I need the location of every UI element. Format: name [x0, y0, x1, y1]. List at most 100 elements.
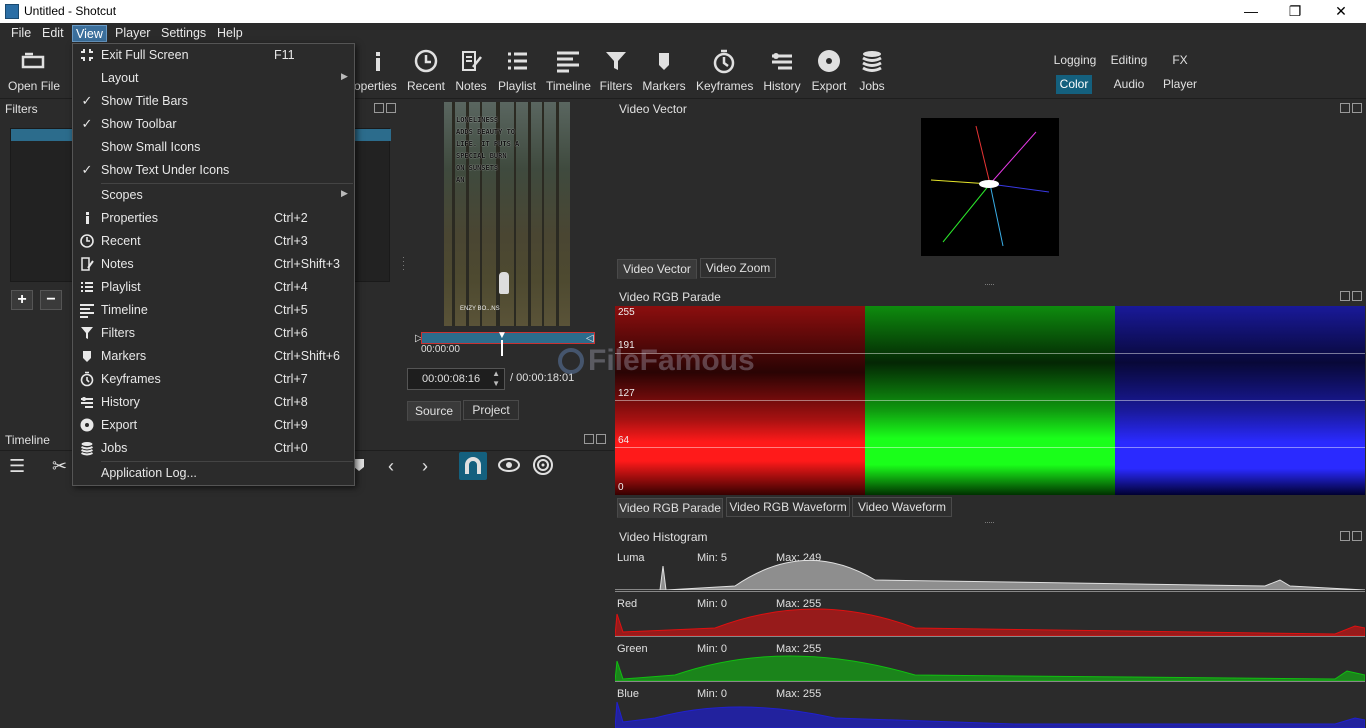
minimize-button[interactable]: — [1228, 0, 1274, 23]
menu-item-keyframes[interactable]: Keyframes Ctrl+7 [73, 368, 354, 391]
properties-button[interactable]: roperties [350, 47, 397, 97]
menu-file[interactable]: File [8, 25, 34, 42]
notes-icon [81, 257, 94, 271]
previous-icon[interactable]: ‹ [388, 456, 394, 477]
cut-icon[interactable]: ✂ [52, 456, 67, 477]
tab-video-waveform[interactable]: Video Waveform [852, 497, 952, 517]
ripple-target-icon[interactable] [532, 454, 554, 476]
video-rgb-parade-title: Video RGB Parade [619, 290, 721, 304]
menu-item-export[interactable]: Export Ctrl+9 [73, 414, 354, 437]
spin-arrows-icon[interactable]: ▲ ▼ [492, 369, 500, 389]
menu-item-markers[interactable]: Markers Ctrl+Shift+6 [73, 345, 354, 368]
disc-icon [818, 50, 840, 72]
tab-source[interactable]: Source [407, 401, 461, 421]
menu-item-scopes[interactable]: Scopes ▶ [73, 184, 354, 207]
timeline-button[interactable]: Timeline [546, 47, 591, 97]
history-button[interactable]: History [762, 47, 802, 97]
menu-item-label: Playlist [101, 280, 141, 294]
scrubber-range [421, 332, 595, 344]
menu-item-show-small-icons[interactable]: Show Small Icons [73, 136, 354, 159]
menu-item-filters[interactable]: Filters Ctrl+6 [73, 322, 354, 345]
splitter-handle[interactable]: ····· [984, 517, 995, 527]
filters-panel-title: Filters [5, 102, 38, 116]
menu-item-recent[interactable]: Recent Ctrl+3 [73, 230, 354, 253]
timeline-menu-icon[interactable]: ☰ [9, 456, 25, 477]
close-button[interactable]: ✕ [1318, 0, 1364, 23]
open-file-label: Open File [8, 79, 61, 93]
menu-help[interactable]: Help [214, 25, 246, 42]
tab-video-vector[interactable]: Video Vector [617, 259, 697, 279]
video-histogram-dock-controls[interactable] [1338, 530, 1362, 543]
timeline-dock-controls[interactable] [582, 433, 606, 446]
menu-bar: File Edit View Player Settings Help [0, 23, 1366, 43]
menu-item-application-log[interactable]: Application Log... [73, 462, 354, 485]
workspace-audio[interactable]: Audio [1110, 75, 1148, 94]
histogram-blue-label: Blue [617, 688, 640, 700]
histogram-blue-row: Blue Min: 0 Max: 255 [615, 681, 1365, 728]
scrub-timecode: 00:00:00 [421, 344, 460, 355]
histogram-luma-max: Max: 249 [776, 552, 822, 564]
menu-item-timeline[interactable]: Timeline Ctrl+5 [73, 299, 354, 322]
menu-item-label: Jobs [101, 441, 128, 455]
snap-toggle[interactable] [459, 452, 487, 480]
timeline-panel-title: Timeline [5, 433, 50, 447]
folder-open-icon [21, 52, 45, 69]
menu-item-history[interactable]: History Ctrl+8 [73, 391, 354, 414]
properties-label: roperties [350, 79, 397, 93]
menu-view[interactable]: View [72, 25, 107, 42]
menu-item-shortcut: Ctrl+5 [274, 303, 308, 317]
maximize-button[interactable]: ❐ [1272, 0, 1318, 23]
menu-settings[interactable]: Settings [158, 25, 209, 42]
menu-item-jobs[interactable]: Jobs Ctrl+0 [73, 437, 354, 460]
menu-item-playlist[interactable]: Playlist Ctrl+4 [73, 276, 354, 299]
video-vector-dock-controls[interactable] [1338, 102, 1362, 115]
open-file-button[interactable]: Open File [8, 47, 61, 97]
video-rgb-parade-dock-controls[interactable] [1338, 290, 1362, 303]
video-preview[interactable]: LONELINESS ADDS BEAUTY TO LIFE. IT PUTS … [444, 102, 570, 326]
remove-filter-button[interactable]: − [40, 290, 62, 310]
filters-dock-controls[interactable] [372, 102, 396, 115]
add-filter-button[interactable]: + [11, 290, 33, 310]
window-title-bar: Untitled - Shotcut — ❐ ✕ [0, 0, 1366, 23]
next-icon[interactable]: › [422, 456, 428, 477]
menu-edit[interactable]: Edit [39, 25, 67, 42]
menu-item-show-title-bars[interactable]: ✓ Show Title Bars [73, 90, 354, 113]
menu-item-notes[interactable]: Notes Ctrl+Shift+3 [73, 253, 354, 276]
keyframes-button[interactable]: Keyframes [696, 47, 753, 97]
tab-project[interactable]: Project [463, 400, 519, 420]
splitter-handle[interactable]: ····· [984, 279, 995, 289]
recent-button[interactable]: Recent [405, 47, 447, 97]
jobs-button[interactable]: Jobs [856, 47, 888, 97]
export-button[interactable]: Export [810, 47, 848, 97]
workspace-fx[interactable]: FX [1168, 51, 1192, 70]
histogram-green-row: Green Min: 0 Max: 255 [615, 636, 1365, 681]
tab-video-zoom[interactable]: Video Zoom [700, 258, 776, 278]
menu-item-label: History [101, 395, 140, 409]
playlist-button[interactable]: Playlist [497, 47, 537, 97]
menu-item-show-toolbar[interactable]: ✓ Show Toolbar [73, 113, 354, 136]
histogram-luma-min: Min: 5 [697, 552, 727, 564]
workspace-editing[interactable]: Editing [1106, 51, 1152, 70]
workspace-player[interactable]: Player [1160, 75, 1200, 94]
list-icon [81, 282, 93, 292]
workspace-color[interactable]: Color [1056, 75, 1092, 94]
menu-item-exit-full-screen[interactable]: Exit Full Screen F11 [73, 44, 354, 67]
scrub-eye-icon[interactable] [497, 457, 521, 473]
menu-item-show-text-under-icons[interactable]: ✓ Show Text Under Icons [73, 159, 354, 182]
splitter-handle[interactable]: · · · · [402, 253, 405, 274]
position-timecode[interactable]: 00:00:08:16 ▲ ▼ [407, 368, 505, 390]
info-icon [376, 52, 380, 71]
submenu-arrow-icon: ▶ [341, 71, 348, 81]
workspace-logging[interactable]: Logging [1050, 51, 1100, 70]
tab-video-rgb-parade[interactable]: Video RGB Parade [617, 498, 723, 518]
filters-button[interactable]: Filters [598, 47, 634, 97]
menu-item-properties[interactable]: Properties Ctrl+2 [73, 207, 354, 230]
menu-item-shortcut: Ctrl+Shift+3 [274, 257, 341, 271]
tab-video-rgb-waveform[interactable]: Video RGB Waveform [726, 497, 850, 517]
markers-button[interactable]: Markers [642, 47, 686, 97]
menu-item-layout[interactable]: Layout ▶ [73, 67, 354, 90]
timeline-label: Timeline [546, 79, 591, 93]
menu-item-shortcut: Ctrl+4 [274, 280, 308, 294]
notes-button[interactable]: Notes [453, 47, 489, 97]
menu-player[interactable]: Player [112, 25, 153, 42]
